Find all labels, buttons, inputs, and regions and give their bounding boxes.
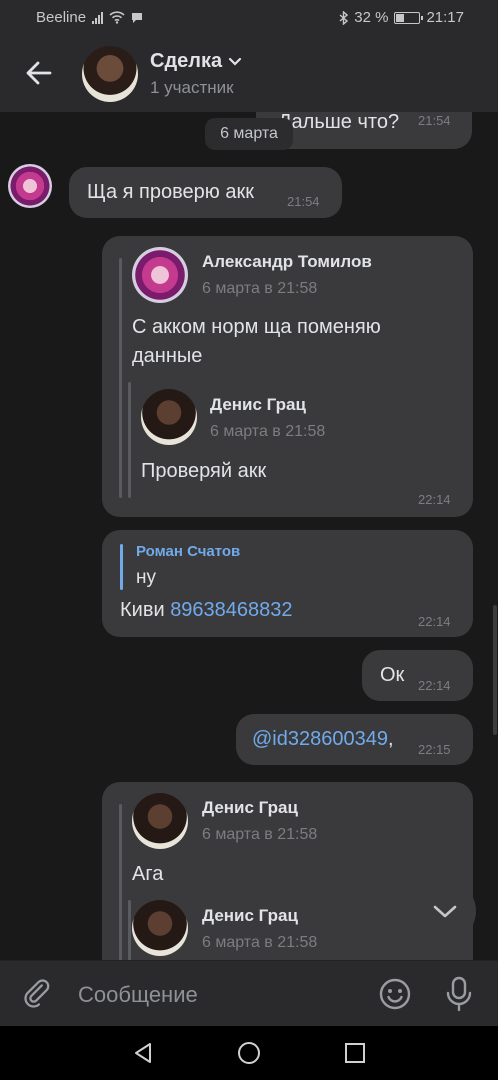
message-time: 22:14 (418, 492, 451, 507)
mention-link[interactable]: @id328600349 (252, 728, 388, 750)
chat-title[interactable]: Сделка (150, 50, 242, 73)
reply-bar (120, 544, 123, 590)
back-triangle-icon[interactable] (131, 1041, 155, 1065)
chat-avatar[interactable] (82, 46, 138, 102)
status-bar: Beeline 32 % 21:17 (0, 0, 498, 34)
message-time: 22:14 (418, 614, 451, 629)
chat-header: Сделка 1 участник (0, 34, 498, 112)
message-composer (0, 960, 498, 1026)
forward-author[interactable]: Александр Томилов (202, 252, 372, 272)
message-time: 21:54 (418, 113, 451, 128)
message-time: 21:54 (287, 194, 320, 209)
forward-bar (119, 804, 122, 960)
forward-author[interactable]: Денис Грац (210, 395, 306, 415)
message-bubble-outgoing[interactable]: Ок 22:14 (362, 650, 473, 701)
microphone-icon[interactable] (442, 975, 476, 1013)
forward-avatar (132, 247, 188, 303)
forward-date: 6 марта в 21:58 (202, 826, 318, 843)
message-text: Киви 89638468832 (120, 596, 293, 624)
forward-avatar (141, 389, 197, 445)
message-bubble-incoming[interactable]: Ща я проверю акк 21:54 (69, 167, 342, 218)
message-text: Ок (380, 664, 405, 686)
phone-link[interactable]: 89638468832 (170, 599, 292, 621)
message-text: Дальше что? (278, 112, 400, 133)
message-bubble-outgoing[interactable]: Роман Счатов ну Киви 89638468832 22:14 (102, 530, 473, 637)
date-separator: 6 марта (205, 118, 293, 150)
bluetooth-icon (339, 10, 349, 25)
forward-avatar (132, 900, 188, 956)
message-time: 22:14 (418, 678, 451, 693)
message-list[interactable]: Дальше что? 21:54 6 марта Ща я проверю а… (0, 112, 498, 960)
forward-bar (128, 900, 131, 960)
forward-text: С акком норм ща поменяю (132, 316, 381, 338)
message-text: @id328600349, (252, 725, 394, 753)
forward-text: Проверяй акк (141, 460, 267, 482)
reply-author[interactable]: Роман Счатов (136, 543, 240, 560)
chat-title-text: Сделка (150, 50, 223, 72)
battery-percent: 32 % (354, 9, 389, 26)
recents-square-icon[interactable] (343, 1041, 367, 1065)
forward-avatar (132, 793, 188, 849)
emoji-icon[interactable] (378, 977, 412, 1011)
clock: 21:17 (426, 9, 464, 26)
message-text: Ща я проверю акк (87, 181, 254, 203)
chevron-down-icon (229, 57, 242, 66)
message-time: 22:15 (418, 742, 451, 757)
carrier-label: Beeline (36, 9, 87, 26)
forward-date: 6 марта в 21:58 (202, 280, 318, 297)
message-text-suffix: , (387, 728, 394, 750)
forward-bar (128, 382, 131, 498)
message-bubble-outgoing[interactable]: Александр Томилов 6 марта в 21:58 С акко… (102, 236, 473, 517)
forward-text: Ага (132, 863, 164, 885)
forward-text: данные (132, 345, 203, 367)
forward-bar (119, 258, 122, 498)
reply-text: ну (136, 567, 156, 588)
chevron-down-icon (433, 905, 457, 918)
wifi-icon (109, 11, 125, 24)
forward-date: 6 марта в 21:58 (210, 423, 326, 440)
battery-icon (394, 11, 424, 24)
message-input[interactable] (78, 979, 358, 1011)
chat-subtitle: 1 участник (150, 78, 234, 97)
home-circle-icon[interactable] (237, 1041, 261, 1065)
forward-author[interactable]: Денис Грац (202, 906, 298, 926)
sender-avatar[interactable] (8, 164, 52, 208)
back-arrow-icon[interactable] (22, 56, 56, 90)
system-navigation-bar (0, 1026, 498, 1080)
message-text-prefix: Киви (120, 599, 171, 621)
scroll-down-button[interactable] (414, 880, 476, 942)
paperclip-icon[interactable] (22, 977, 56, 1011)
forward-date: 6 марта в 21:58 (202, 934, 318, 951)
chat-bubble-icon (132, 12, 143, 23)
message-bubble-outgoing[interactable]: @id328600349, 22:15 (236, 714, 473, 765)
forward-author[interactable]: Денис Грац (202, 798, 298, 818)
signal-icon (92, 11, 104, 24)
scrollbar[interactable] (493, 605, 497, 735)
